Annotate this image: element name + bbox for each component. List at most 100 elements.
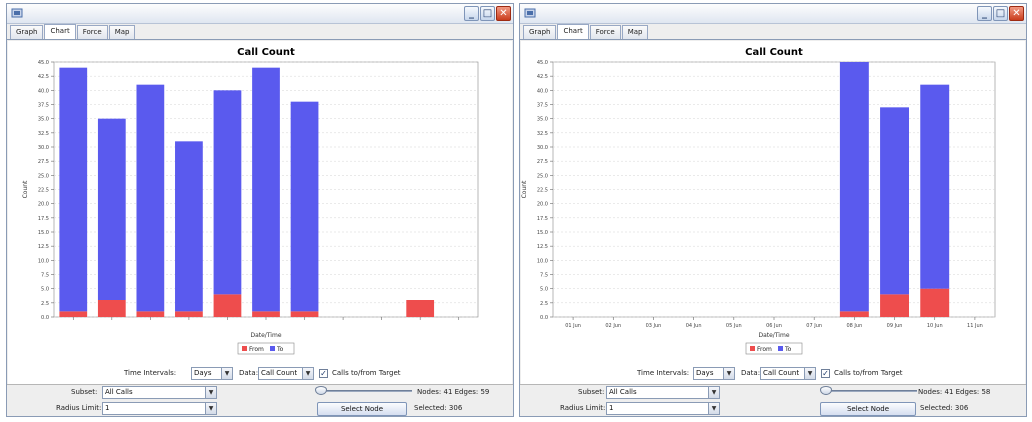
- close-button[interactable]: ✕: [1009, 6, 1024, 21]
- tab-chart[interactable]: Chart: [557, 24, 589, 39]
- tab-bar: Graph Chart Force Map: [520, 24, 1026, 40]
- subset-select[interactable]: All Calls ▼: [606, 386, 720, 399]
- calls-target-checkbox[interactable]: ✓: [319, 369, 328, 378]
- status-panel: Subset: All Calls ▼ Radius Limit: 1 ▼ No…: [520, 384, 1026, 416]
- tab-chart[interactable]: Chart: [44, 24, 76, 39]
- left-window: _ □ ✕ Graph Chart Force Map Call Count 0.…: [6, 3, 514, 417]
- tab-bar: Graph Chart Force Map: [7, 24, 513, 40]
- chart-panel: Call Count 0.0 2.5 5.0 7.5 10.0 12.5 15.0 17.5 20…: [8, 41, 512, 384]
- time-intervals-value: Days: [194, 369, 212, 377]
- radius-slider-thumb[interactable]: [820, 386, 832, 395]
- maximize-icon: □: [482, 8, 493, 19]
- bar-from: [175, 311, 203, 317]
- bar-to: [252, 67, 280, 312]
- x-tick-label: 01 Jun: [565, 323, 581, 329]
- tab-force[interactable]: Force: [589, 25, 621, 39]
- tab-force[interactable]: Force: [76, 25, 108, 39]
- bar-from: [290, 311, 319, 317]
- maximize-button[interactable]: □: [993, 6, 1008, 21]
- subset-value: All Calls: [105, 388, 133, 396]
- radius-limit-select[interactable]: 1 ▼: [102, 402, 217, 415]
- legend-from-label: From: [757, 346, 772, 353]
- chevron-down-icon: ▼: [708, 403, 719, 414]
- x-tick-label: 05 Jun: [726, 323, 742, 329]
- bar-from: [213, 294, 242, 317]
- legend-to-swatch: [778, 346, 783, 351]
- selected-count: Selected: 306: [414, 404, 463, 412]
- x-tick-label: 03 Jun: [646, 323, 662, 329]
- x-axis-label: Date/Time: [758, 332, 789, 339]
- y-tick-label: 32.5: [537, 131, 548, 137]
- legend-to-swatch: [270, 346, 275, 351]
- time-intervals-select[interactable]: Days ▼: [191, 367, 233, 380]
- x-tick-label: 04 Jun: [686, 323, 702, 329]
- subset-label: Subset:: [578, 388, 605, 396]
- y-tick-label: 35.0: [537, 117, 548, 123]
- maximize-button[interactable]: □: [480, 6, 495, 21]
- bar-to: [920, 84, 950, 289]
- calls-target-label: Calls to/from Target: [332, 369, 401, 377]
- title-bar[interactable]: _ □ ✕: [7, 4, 513, 24]
- title-bar[interactable]: _ □ ✕: [520, 4, 1026, 24]
- radius-limit-label: Radius Limit:: [56, 404, 102, 412]
- calls-target-checkbox[interactable]: ✓: [821, 369, 830, 378]
- bar-to: [59, 67, 88, 312]
- bar-to: [136, 84, 165, 312]
- select-node-button[interactable]: Select Node: [317, 402, 407, 416]
- status-panel: Subset: All Calls ▼ Radius Limit: 1 ▼ No…: [7, 384, 513, 416]
- bar-to: [290, 101, 319, 312]
- y-tick-label: 17.5: [38, 216, 49, 222]
- bar-from: [406, 300, 435, 317]
- y-tick-label: 42.5: [537, 74, 548, 80]
- tab-map[interactable]: Map: [621, 25, 649, 39]
- y-tick-label: 7.5: [41, 273, 49, 279]
- maximize-icon: □: [995, 8, 1006, 19]
- radius-slider-track[interactable]: [822, 390, 917, 392]
- y-tick-label: 2.5: [41, 301, 49, 307]
- window-buttons: _ □ ✕: [977, 6, 1024, 21]
- data-select[interactable]: Call Count ▼: [258, 367, 314, 380]
- legend-from-swatch: [242, 346, 247, 351]
- minimize-button[interactable]: _: [977, 6, 992, 21]
- bar-to: [839, 62, 869, 312]
- y-tick-label: 27.5: [38, 159, 49, 165]
- time-intervals-select[interactable]: Days ▼: [693, 367, 735, 380]
- radius-slider-thumb[interactable]: [315, 386, 327, 395]
- radius-slider-track[interactable]: [317, 390, 412, 392]
- radius-limit-select[interactable]: 1 ▼: [606, 402, 720, 415]
- y-axis-label: Count: [22, 180, 29, 198]
- minimize-button[interactable]: _: [464, 6, 479, 21]
- bar-from: [880, 294, 910, 317]
- time-intervals-label: Time Intervals:: [124, 369, 177, 377]
- y-tick-label: 17.5: [537, 216, 548, 222]
- y-tick-label: 15.0: [537, 230, 548, 236]
- tab-graph[interactable]: Graph: [523, 25, 557, 39]
- y-tick-label: 37.5: [537, 103, 548, 109]
- subset-select[interactable]: All Calls ▼: [102, 386, 217, 399]
- y-tick-label: 5.0: [540, 287, 548, 293]
- y-tick-label: 40.0: [537, 88, 548, 94]
- legend-to-label: To: [784, 346, 792, 353]
- window-buttons: _ □ ✕: [464, 6, 511, 21]
- legend-from-label: From: [249, 346, 264, 353]
- y-tick-label: 0.0: [41, 315, 49, 321]
- y-tick-label: 37.5: [38, 103, 49, 109]
- call-count-chart: Call Count 0.0 2.5 5.0 7.5 10.0 12.5 15.0 17.5 20…: [521, 47, 996, 355]
- y-tick-label: 45.0: [537, 60, 548, 66]
- tab-graph[interactable]: Graph: [10, 25, 44, 39]
- x-tick-label: 09 Jun: [887, 323, 903, 329]
- y-tick-label: 10.0: [38, 258, 49, 264]
- bar-from: [252, 311, 280, 317]
- tab-map[interactable]: Map: [108, 25, 136, 39]
- bar-from: [97, 300, 126, 317]
- chevron-down-icon: ▼: [302, 368, 313, 379]
- radius-limit-value: 1: [609, 404, 614, 412]
- y-tick-label: 32.5: [38, 131, 49, 137]
- y-tick-label: 45.0: [38, 60, 49, 66]
- select-node-button[interactable]: Select Node: [820, 402, 916, 416]
- subset-value: All Calls: [609, 388, 637, 396]
- call-count-chart: Call Count 0.0 2.5 5.0 7.5 10.0 12.5 15.0 17.5 20…: [22, 47, 479, 355]
- data-select[interactable]: Call Count ▼: [760, 367, 816, 380]
- x-tick-label: 07 Jun: [806, 323, 822, 329]
- close-button[interactable]: ✕: [496, 6, 511, 21]
